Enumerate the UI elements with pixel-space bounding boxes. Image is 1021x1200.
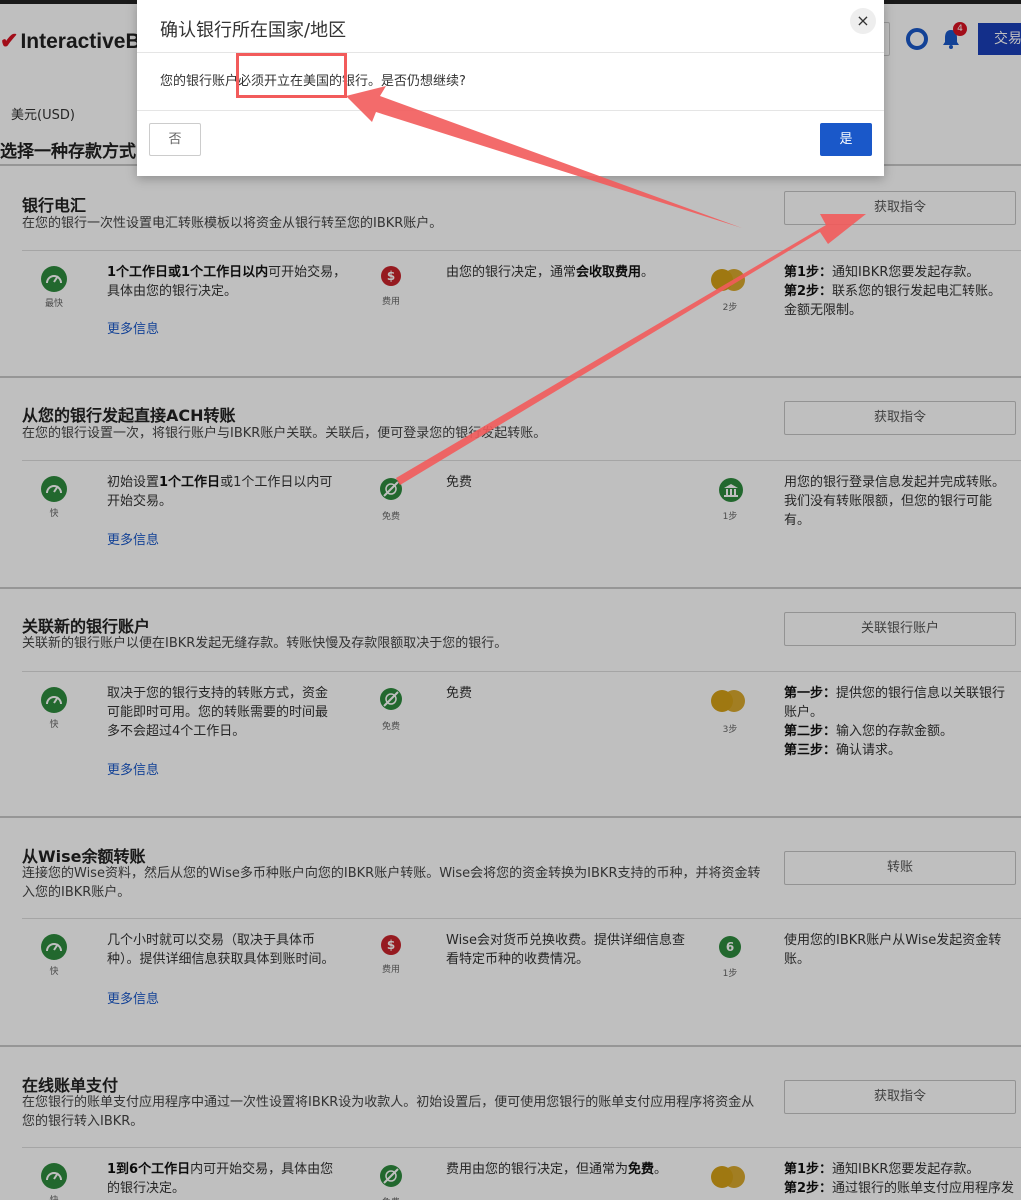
annotation-arrows bbox=[346, 86, 866, 485]
page: ✔InteractiveBro 4 交易 美元(USD) 选择一种存款方式 银行… bbox=[0, 0, 1021, 1200]
